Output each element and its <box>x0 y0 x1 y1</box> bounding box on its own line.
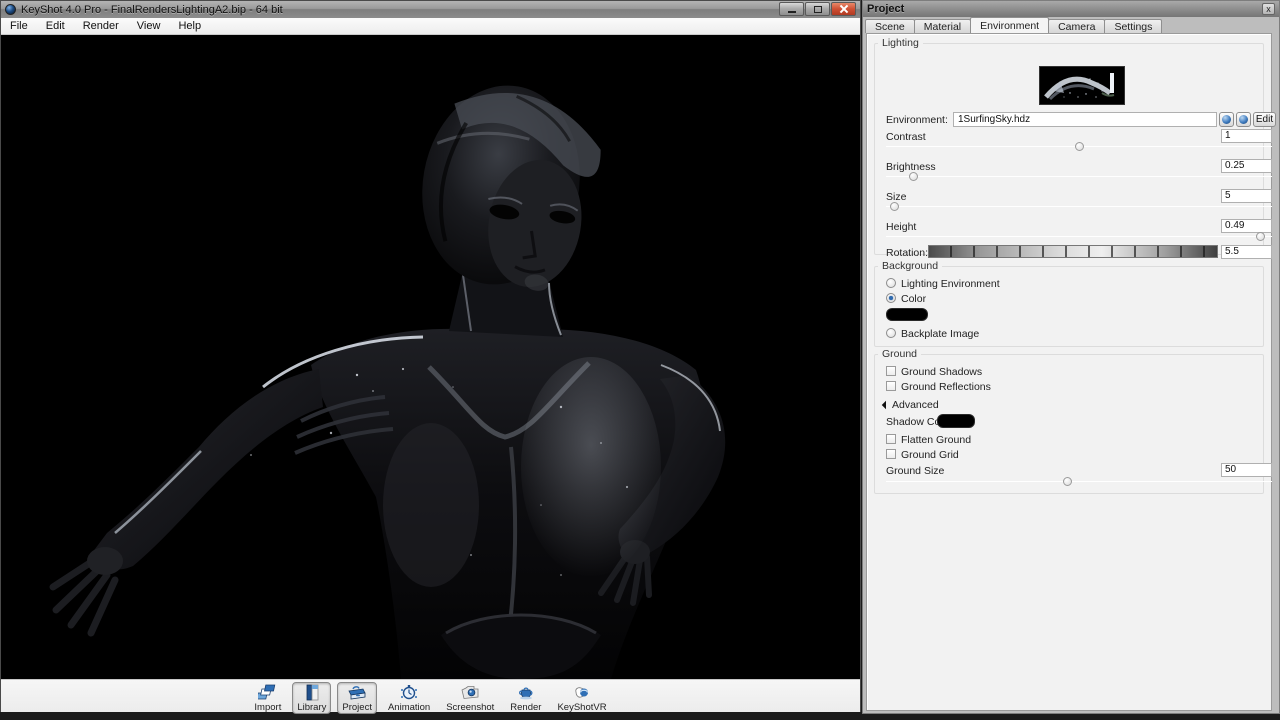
menubar: File Edit Render View Help <box>1 18 860 35</box>
ground-size-slider-handle[interactable] <box>1063 477 1072 486</box>
environment-file-input[interactable]: 1SurfingSky.hdz <box>953 112 1217 127</box>
rendered-figure <box>1 35 862 679</box>
menu-render[interactable]: Render <box>74 20 128 32</box>
library-icon <box>302 684 322 701</box>
ground-reflections-label: Ground Reflections <box>901 381 991 393</box>
flatten-ground-label: Flatten Ground <box>901 434 971 446</box>
radio-lighting-environment[interactable] <box>886 278 896 288</box>
toolbar-animation[interactable]: Animation <box>383 682 435 714</box>
minimize-icon <box>788 11 796 13</box>
menu-view[interactable]: View <box>128 20 170 32</box>
brightness-value[interactable]: 0.25 <box>1221 159 1272 173</box>
contrast-slider-handle[interactable] <box>1075 142 1084 151</box>
toolbar-keyshotvr[interactable]: KeyShotVR <box>552 682 611 714</box>
ground-size-label: Ground Size <box>886 465 944 477</box>
project-panel: Project x Scene Material Environment Cam… <box>862 0 1280 714</box>
radio-backplate-image-label: Backplate Image <box>901 328 979 340</box>
toolbar-library[interactable]: Library <box>292 682 331 714</box>
toolbar-project[interactable]: Project <box>337 682 377 714</box>
toolbar-screenshot[interactable]: Screenshot <box>441 682 499 714</box>
toolbar-import[interactable]: Import <box>249 682 286 714</box>
ground-shadows-checkbox[interactable] <box>886 366 896 376</box>
menu-edit[interactable]: Edit <box>37 20 74 32</box>
minimize-button[interactable] <box>779 2 804 16</box>
tab-material[interactable]: Material <box>914 19 971 33</box>
lighting-group-label: Lighting <box>878 37 923 49</box>
size-slider-handle[interactable] <box>890 202 899 211</box>
ground-shadows-label: Ground Shadows <box>901 366 982 378</box>
close-icon <box>840 5 848 13</box>
environment-tab-content: Lighting Environment: <box>866 33 1272 711</box>
import-icon <box>258 684 278 701</box>
height-slider[interactable] <box>886 232 1272 241</box>
environment-hdr-thumbnail[interactable] <box>1039 66 1125 105</box>
ground-group-label: Ground <box>878 348 921 360</box>
project-tabbar: Scene Material Environment Camera Settin… <box>865 17 1277 33</box>
tab-settings[interactable]: Settings <box>1104 19 1162 33</box>
keyshotvr-icon <box>572 684 592 701</box>
project-panel-header[interactable]: Project x <box>863 1 1279 17</box>
ground-size-value[interactable]: 50 <box>1221 463 1272 477</box>
keyshot-window: KeyShot 4.0 Pro - FinalRendersLightingA2… <box>0 0 861 712</box>
main-toolbar: Import Library Project <box>1 679 860 712</box>
radio-color-label: Color <box>901 293 926 305</box>
size-value[interactable]: 5 <box>1221 189 1272 203</box>
background-color-swatch[interactable] <box>886 308 928 321</box>
contrast-value[interactable]: 1 <box>1221 129 1272 143</box>
rotation-value[interactable]: 5.5 <box>1221 245 1272 259</box>
edit-environment-button[interactable]: Edit <box>1253 112 1276 127</box>
ground-grid-label: Ground Grid <box>901 449 959 461</box>
advanced-label[interactable]: Advanced <box>892 399 939 411</box>
advanced-expander-icon[interactable] <box>882 401 890 409</box>
render-viewport[interactable] <box>1 35 860 679</box>
radio-backplate-image[interactable] <box>886 328 896 338</box>
toolbar-render[interactable]: Render <box>505 682 546 714</box>
radio-color[interactable] <box>886 293 896 303</box>
open-environment-button[interactable] <box>1219 112 1234 127</box>
hdr-preview-image <box>1040 67 1124 104</box>
flatten-ground-checkbox[interactable] <box>886 434 896 444</box>
menu-help[interactable]: Help <box>169 20 210 32</box>
close-button[interactable] <box>831 2 856 16</box>
menu-file[interactable]: File <box>1 20 37 32</box>
tab-camera[interactable]: Camera <box>1048 19 1105 33</box>
maximize-button[interactable] <box>805 2 830 16</box>
height-value[interactable]: 0.49 <box>1221 219 1272 233</box>
project-panel-title: Project <box>867 3 904 15</box>
brightness-slider[interactable] <box>886 172 1272 181</box>
titlebar[interactable]: KeyShot 4.0 Pro - FinalRendersLightingA2… <box>1 1 860 18</box>
brightness-slider-handle[interactable] <box>909 172 918 181</box>
tab-environment[interactable]: Environment <box>970 17 1049 33</box>
screenshot-icon <box>460 684 480 701</box>
height-slider-handle[interactable] <box>1256 232 1265 241</box>
radio-lighting-environment-label: Lighting Environment <box>901 278 1000 290</box>
contrast-slider[interactable] <box>886 142 1272 151</box>
panel-close-button[interactable]: x <box>1262 3 1275 15</box>
keyshot-app-icon <box>5 4 16 15</box>
window-title: KeyShot 4.0 Pro - FinalRendersLightingA2… <box>21 4 283 16</box>
ground-group: Ground Ground Shadows Ground Reflections… <box>874 354 1264 494</box>
ground-grid-checkbox[interactable] <box>886 449 896 459</box>
maximize-icon <box>814 6 822 13</box>
background-group-label: Background <box>878 260 942 272</box>
shadow-color-swatch[interactable] <box>937 414 975 428</box>
render-icon <box>516 684 536 701</box>
ground-size-slider[interactable] <box>886 477 1272 486</box>
project-icon <box>347 684 367 701</box>
refresh-icon <box>1239 115 1248 124</box>
animation-icon <box>399 684 419 701</box>
background-group: Background Lighting Environment Color Ba… <box>874 266 1264 347</box>
size-slider[interactable] <box>886 202 1272 211</box>
sphere-icon <box>1222 115 1231 124</box>
refresh-environment-button[interactable] <box>1236 112 1251 127</box>
tab-scene[interactable]: Scene <box>865 19 915 33</box>
lighting-group: Lighting Environment: <box>874 43 1264 255</box>
rotation-wheel[interactable] <box>928 245 1218 258</box>
ground-reflections-checkbox[interactable] <box>886 381 896 391</box>
